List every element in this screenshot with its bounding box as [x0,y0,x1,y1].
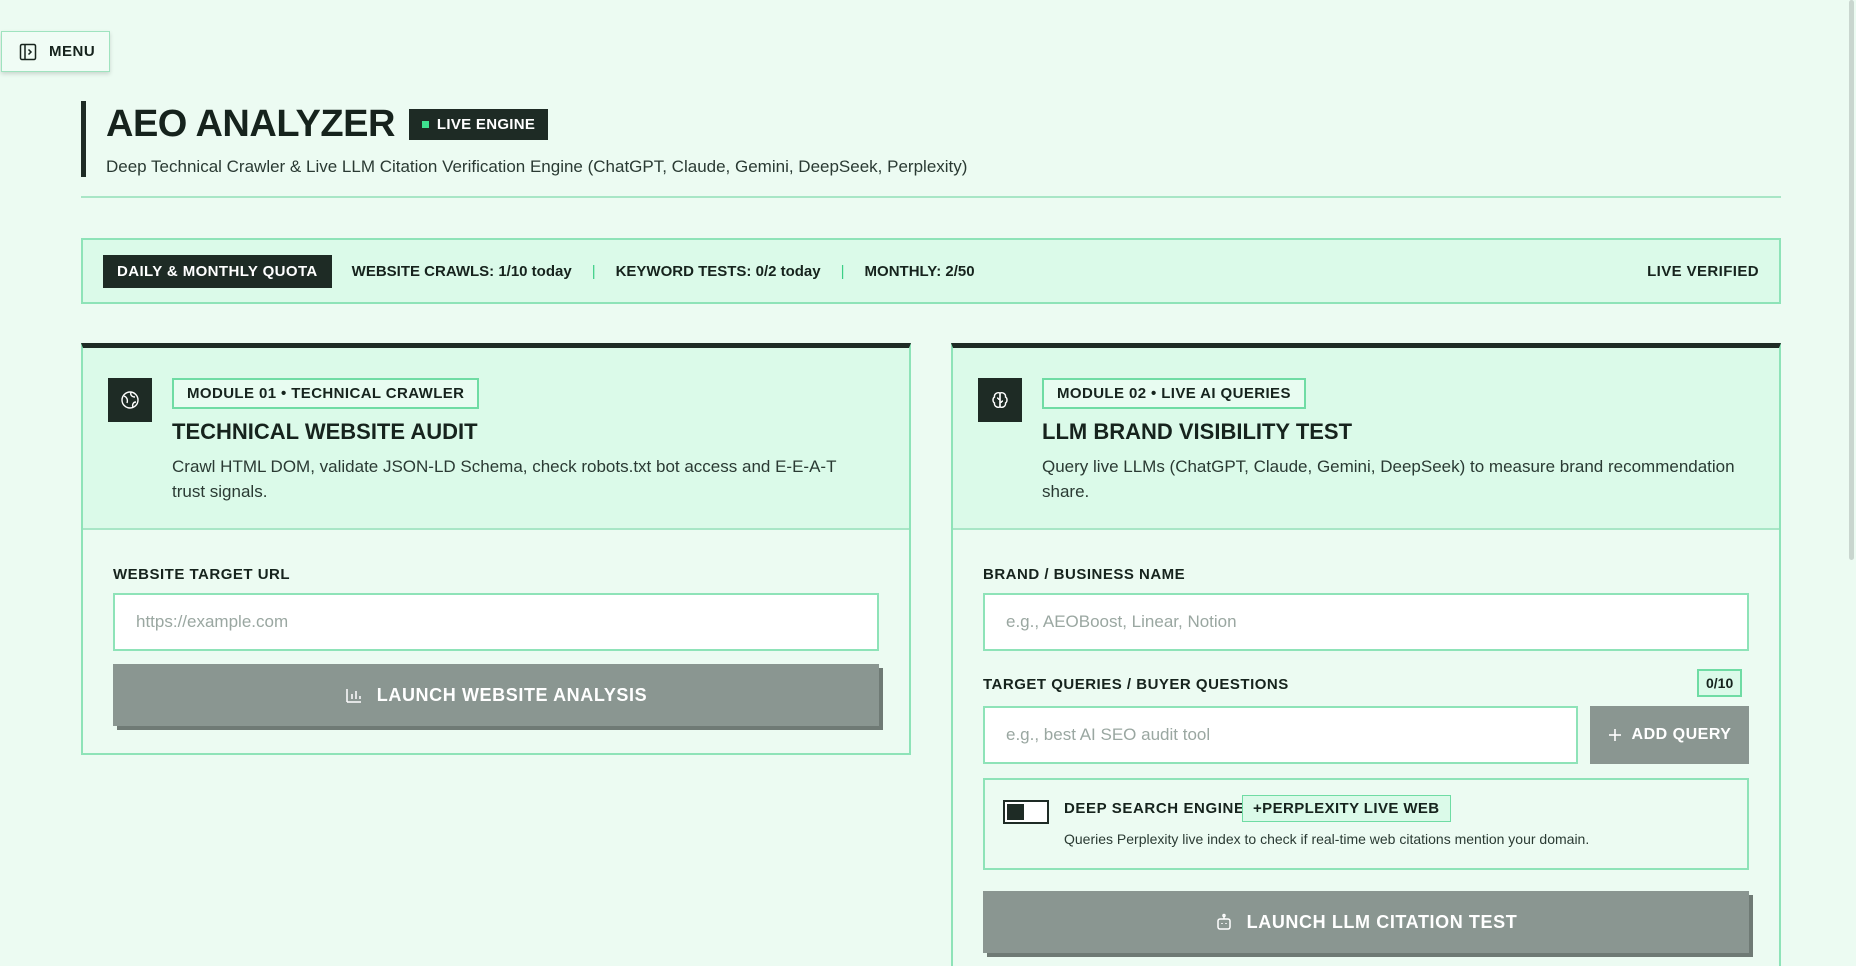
launch-website-label: LAUNCH WEBSITE ANALYSIS [376,684,648,705]
deep-search-description: Queries Perplexity live index to check i… [1064,831,1590,847]
menu-label: MENU [49,43,96,60]
deep-search-toggle[interactable] [1003,800,1049,824]
menu-button[interactable]: MENU [1,31,110,72]
launch-llm-citation-test-button[interactable]: LAUNCH LLM CITATION TEST [983,891,1749,953]
perplexity-tag: +PERPLEXITY LIVE WEB [1242,795,1451,822]
quota-separator: | [840,262,845,280]
quota-separator: | [591,262,596,280]
live-engine-label: LIVE ENGINE [436,115,536,133]
launch-website-analysis-button[interactable]: LAUNCH WEBSITE ANALYSIS [113,664,879,726]
module-title: TECHNICAL WEBSITE AUDIT [172,419,478,444]
robot-icon [1216,913,1231,930]
brain-icon [978,378,1022,422]
quota-website-crawls: WEBSITE CRAWLS: 1/10 today [351,262,572,280]
sidebar-panel-icon [19,43,37,60]
add-query-button[interactable]: ADD QUERY [1590,706,1749,764]
url-label: WEBSITE TARGET URL [113,566,291,583]
module-live-ai-queries: MODULE 02 • LIVE AI QUERIES LLM BRAND VI… [951,343,1781,966]
live-verified-status: LIVE VERIFIED [1647,262,1759,280]
brand-name-input[interactable] [983,593,1749,651]
page-subtitle: Deep Technical Crawler & Live LLM Citati… [106,157,968,176]
deep-search-title: DEEP SEARCH ENGINE [1064,800,1245,817]
page-header: AEO ANALYZER LIVE ENGINE Deep Technical … [81,101,967,177]
add-query-label: ADD QUERY [1631,726,1732,743]
globe-icon [108,378,152,422]
live-dot-icon [421,120,429,128]
toggle-knob [1007,804,1024,820]
quota-label: DAILY & MONTHLY QUOTA [103,254,332,288]
bar-chart-icon [346,689,361,703]
quota-keyword-tests: KEYWORD TESTS: 0/2 today [615,262,821,280]
live-engine-badge: LIVE ENGINE [408,108,549,140]
website-url-input[interactable] [113,593,879,651]
deep-search-option: DEEP SEARCH ENGINE +PERPLEXITY LIVE WEB … [983,778,1749,870]
queries-label: TARGET QUERIES / BUYER QUESTIONS [983,676,1289,693]
quota-monthly: MONTHLY: 2/50 [864,262,975,280]
page-scrollbar[interactable] [1849,0,1854,560]
query-count-badge: 0/10 [1697,669,1743,697]
module-header: MODULE 02 • LIVE AI QUERIES LLM BRAND VI… [953,348,1779,530]
module-header: MODULE 01 • TECHNICAL CRAWLER TECHNICAL … [83,348,909,530]
module-tag: MODULE 02 • LIVE AI QUERIES [1042,378,1306,409]
module-description: Crawl HTML DOM, validate JSON-LD Schema,… [172,457,837,501]
module-tag: MODULE 01 • TECHNICAL CRAWLER [172,378,480,409]
module-description: Query live LLMs (ChatGPT, Claude, Gemini… [1042,457,1735,501]
module-title: LLM BRAND VISIBILITY TEST [1042,419,1353,444]
launch-llm-label: LAUNCH LLM CITATION TEST [1246,911,1518,932]
query-input[interactable] [983,706,1578,764]
brand-label: BRAND / BUSINESS NAME [983,566,1186,583]
header-divider [81,196,1781,198]
module-technical-crawler: MODULE 01 • TECHNICAL CRAWLER TECHNICAL … [81,343,911,755]
quota-bar: DAILY & MONTHLY QUOTA WEBSITE CRAWLS: 1/… [81,238,1781,304]
plus-icon [1608,729,1621,741]
page-title: AEO ANALYZER [106,102,395,145]
